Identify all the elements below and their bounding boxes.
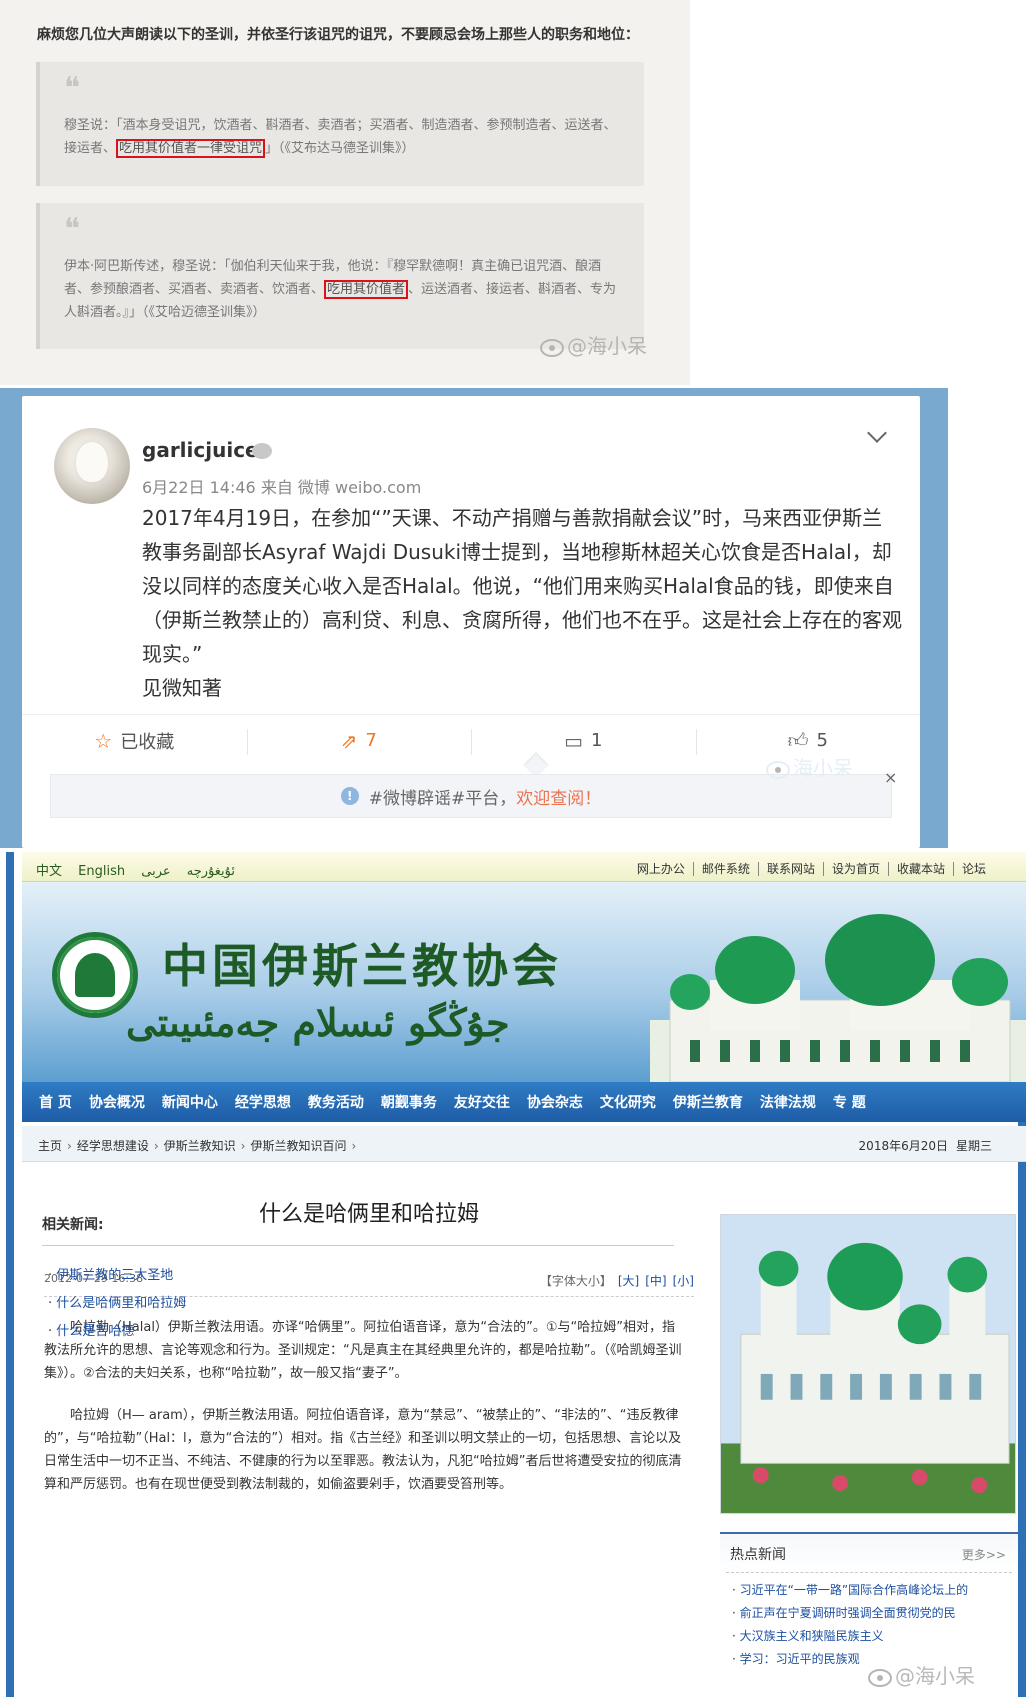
weibo-logo-icon xyxy=(540,338,564,357)
comment-icon: ▭ xyxy=(564,728,583,753)
nav-exchanges[interactable]: 友好交往 xyxy=(454,1092,510,1112)
quote-mark-icon: ❝ xyxy=(64,71,81,106)
favorite-button[interactable]: ☆ 已收藏 xyxy=(22,715,247,766)
top-link[interactable]: 邮件系统 xyxy=(692,862,758,876)
thumbs-up-icon: 👍︎ xyxy=(787,728,809,752)
info-icon: ! xyxy=(340,787,359,805)
hot-news-heading: 热点新闻 更多>> xyxy=(720,1532,1018,1572)
current-date: 2018年6月20日 xyxy=(858,1139,948,1153)
quote-block: ❝ 伊本·阿巴斯传述，穆圣说：「伽伯利天仙来于我，他说：『穆罕默德啊！真主确已诅… xyxy=(36,203,644,349)
comment-button[interactable]: ▭ 1 xyxy=(471,715,696,766)
font-size-selector: 【字体大小】 [大] [中] [小] xyxy=(539,1274,694,1288)
member-badge-icon[interactable] xyxy=(252,443,272,459)
highlighted-phrase: 吃用其价值者 xyxy=(324,280,409,299)
related-news-link[interactable]: 什么是吉哈德 xyxy=(48,1320,186,1348)
mosque-illustration xyxy=(650,914,1026,1082)
quote-mark-icon: ❝ xyxy=(64,212,81,247)
top-bar: 中文 English ئۇيغۇرچە عربى 网上办公 邮件系统 联系网站 设为首… xyxy=(22,852,1026,882)
hot-news-link[interactable]: 大汉族主义和狭隘民族主义 xyxy=(732,1627,1012,1650)
nav-magazine[interactable]: 协会杂志 xyxy=(527,1092,583,1112)
related-news-list: 伊斯兰教的三大圣地 什么是哈俩里和哈拉姆 什么是吉哈德 xyxy=(48,1264,186,1348)
nav-religious-activities[interactable]: 教务活动 xyxy=(308,1092,364,1112)
close-icon[interactable]: × xyxy=(884,768,897,787)
chevron-down-icon[interactable] xyxy=(867,423,887,443)
nav-culture[interactable]: 文化研究 xyxy=(600,1092,656,1112)
nav-law[interactable]: 法律法规 xyxy=(760,1092,816,1112)
avatar[interactable] xyxy=(54,428,130,504)
nav-theology[interactable]: 经学思想 xyxy=(235,1092,291,1112)
article-paragraph: 哈拉姆（H— aram），伊斯兰教法用语。阿拉伯语音译，意为“禁忌”、“被禁止的… xyxy=(44,1408,682,1492)
quote-block: ❝ 穆圣说：「酒本身受诅咒，饮酒者、斟酒者、卖酒者；买酒者、制造酒者、参预制造者… xyxy=(36,62,644,186)
site-title: 中国伊斯兰教协会 xyxy=(162,939,562,993)
hot-news-box: 热点新闻 更多>> 习近平在“一带一路”国际合作高峰论坛上的 俞正声在宁夏调研时… xyxy=(720,1532,1018,1673)
top-link[interactable]: 网上办公 xyxy=(629,862,693,876)
mosque-photo xyxy=(720,1214,1016,1514)
breadcrumb-item[interactable]: 伊斯兰教知识百问 xyxy=(250,1139,346,1153)
site-frame: 中文 English ئۇيغۇرچە عربى 网上办公 邮件系统 联系网站 设为首… xyxy=(6,852,1026,1697)
nav-education[interactable]: 伊斯兰教育 xyxy=(673,1092,743,1112)
main-nav: 首 页 协会概况 新闻中心 经学思想 教务活动 朝觐事务 友好交往 协会杂志 文… xyxy=(22,1082,1026,1122)
language-switcher: 中文 English ئۇيغۇرچە عربى xyxy=(36,860,247,879)
related-news-link[interactable]: 什么是哈俩里和哈拉姆 xyxy=(48,1292,186,1320)
weibo-watermark: 海小呆 xyxy=(766,752,853,781)
quote-text: 伊本·阿巴斯传述，穆圣说：「伽伯利天仙来于我，他说：『穆罕默德啊！真主确已诅咒酒… xyxy=(64,259,617,320)
hot-news-link[interactable]: 习近平在“一带一路”国际合作高峰论坛上的 xyxy=(732,1581,1012,1604)
post-meta: 6月22日 14:46 来自 微博 weibo.com xyxy=(142,478,422,497)
highlighted-phrase: 吃用其价值者一律受诅咒 xyxy=(116,139,266,158)
font-large-button[interactable]: [大] xyxy=(618,1274,639,1288)
nav-hajj[interactable]: 朝觐事务 xyxy=(381,1092,437,1112)
font-medium-button[interactable]: [中] xyxy=(645,1274,666,1288)
weibo-watermark: @海小呆 xyxy=(540,330,647,359)
breadcrumb-item[interactable]: 经学思想建设 xyxy=(77,1139,149,1153)
forward-button[interactable]: ⇗ 7 xyxy=(246,715,472,766)
weibo-watermark: @海小呆 xyxy=(868,1660,975,1689)
quote-text: 穆圣说：「酒本身受诅咒，饮酒者、斟酒者、卖酒者；买酒者、制造酒者、参预制造者、运… xyxy=(64,118,617,158)
star-icon: ☆ xyxy=(94,728,113,753)
lang-uyghur[interactable]: ئۇيغۇرچە xyxy=(187,864,235,879)
lang-chinese[interactable]: 中文 xyxy=(36,864,62,879)
top-link[interactable]: 联系网站 xyxy=(757,862,823,876)
lang-english[interactable]: English xyxy=(78,864,125,879)
post-text: 2017年4月19日，在参加“”天课、不动产捐赠与善款捐献会议”时，马来西亚伊斯… xyxy=(142,506,902,700)
hot-news-list: 习近平在“一带一路”国际合作高峰论坛上的 俞正声在宁夏调研时强调全面贯彻党的民 … xyxy=(720,1573,1018,1673)
divider xyxy=(42,1245,674,1246)
lang-arabic[interactable]: عربى xyxy=(141,864,170,879)
site-title-uyghur: جۇڭگو ئىسلام جەمئىيىتى xyxy=(126,1000,510,1045)
breadcrumb-bar: 主页 › 经学思想建设 › 伊斯兰教知识 › 伊斯兰教知识百问 › 2018年6月20日 星期… xyxy=(22,1126,1026,1162)
weibo-logo-icon xyxy=(766,760,790,779)
username-link[interactable]: garlicjuice xyxy=(142,438,259,462)
rumor-link[interactable]: 欢迎查阅！ xyxy=(516,784,601,809)
breadcrumb-item[interactable]: 主页 xyxy=(38,1139,62,1153)
font-small-button[interactable]: [小] xyxy=(673,1274,694,1288)
article-title: 什么是哈俩里和哈拉姆 xyxy=(258,1202,479,1227)
related-news-link[interactable]: 伊斯兰教的三大圣地 xyxy=(48,1264,186,1292)
share-icon: ⇗ xyxy=(340,728,358,753)
weibo-post-panel: garlicjuice 6月22日 14:46 来自 微博 weibo.com … xyxy=(0,388,948,848)
website-panel: 中文 English ئۇيغۇرچە عربى 网上办公 邮件系统 联系网站 设为首… xyxy=(0,852,1032,1697)
nav-topics[interactable]: 专 题 xyxy=(833,1092,866,1112)
intro-text: 麻烦您几位大声朗读以下的圣训，并依圣行该诅咒的诅咒，不要顾忌会场上那些人的职务和… xyxy=(37,27,639,43)
current-weekday: 星期三 xyxy=(955,1139,992,1153)
top-link[interactable]: 收藏本站 xyxy=(887,862,953,876)
top-link[interactable]: 论坛 xyxy=(952,862,994,876)
nav-news[interactable]: 新闻中心 xyxy=(162,1092,218,1112)
quote-screenshot-panel: 麻烦您几位大声朗读以下的圣训，并依圣行该诅咒的诅咒，不要顾忌会场上那些人的职务和… xyxy=(0,0,690,385)
related-news-heading: 相关新闻: xyxy=(42,1217,104,1233)
top-link[interactable]: 设为首页 xyxy=(822,862,888,876)
nav-home[interactable]: 首 页 xyxy=(39,1092,72,1112)
weibo-logo-icon xyxy=(868,1668,892,1687)
top-links: 网上办公 邮件系统 联系网站 设为首页 收藏本站 论坛 xyxy=(629,860,994,877)
hot-news-link[interactable]: 俞正声在宁夏调研时强调全面贯彻党的民 xyxy=(732,1604,1012,1627)
breadcrumb: 主页 › 经学思想建设 › 伊斯兰教知识 › 伊斯兰教知识百问 › xyxy=(38,1139,357,1153)
breadcrumb-item[interactable]: 伊斯兰教知识 xyxy=(164,1139,236,1153)
site-banner: 中国伊斯兰教协会 جۇڭگو ئىسلام جەمئىيىتى xyxy=(22,882,1026,1082)
nav-about[interactable]: 协会概况 xyxy=(89,1092,145,1112)
more-link[interactable]: 更多>> xyxy=(962,1546,1006,1563)
